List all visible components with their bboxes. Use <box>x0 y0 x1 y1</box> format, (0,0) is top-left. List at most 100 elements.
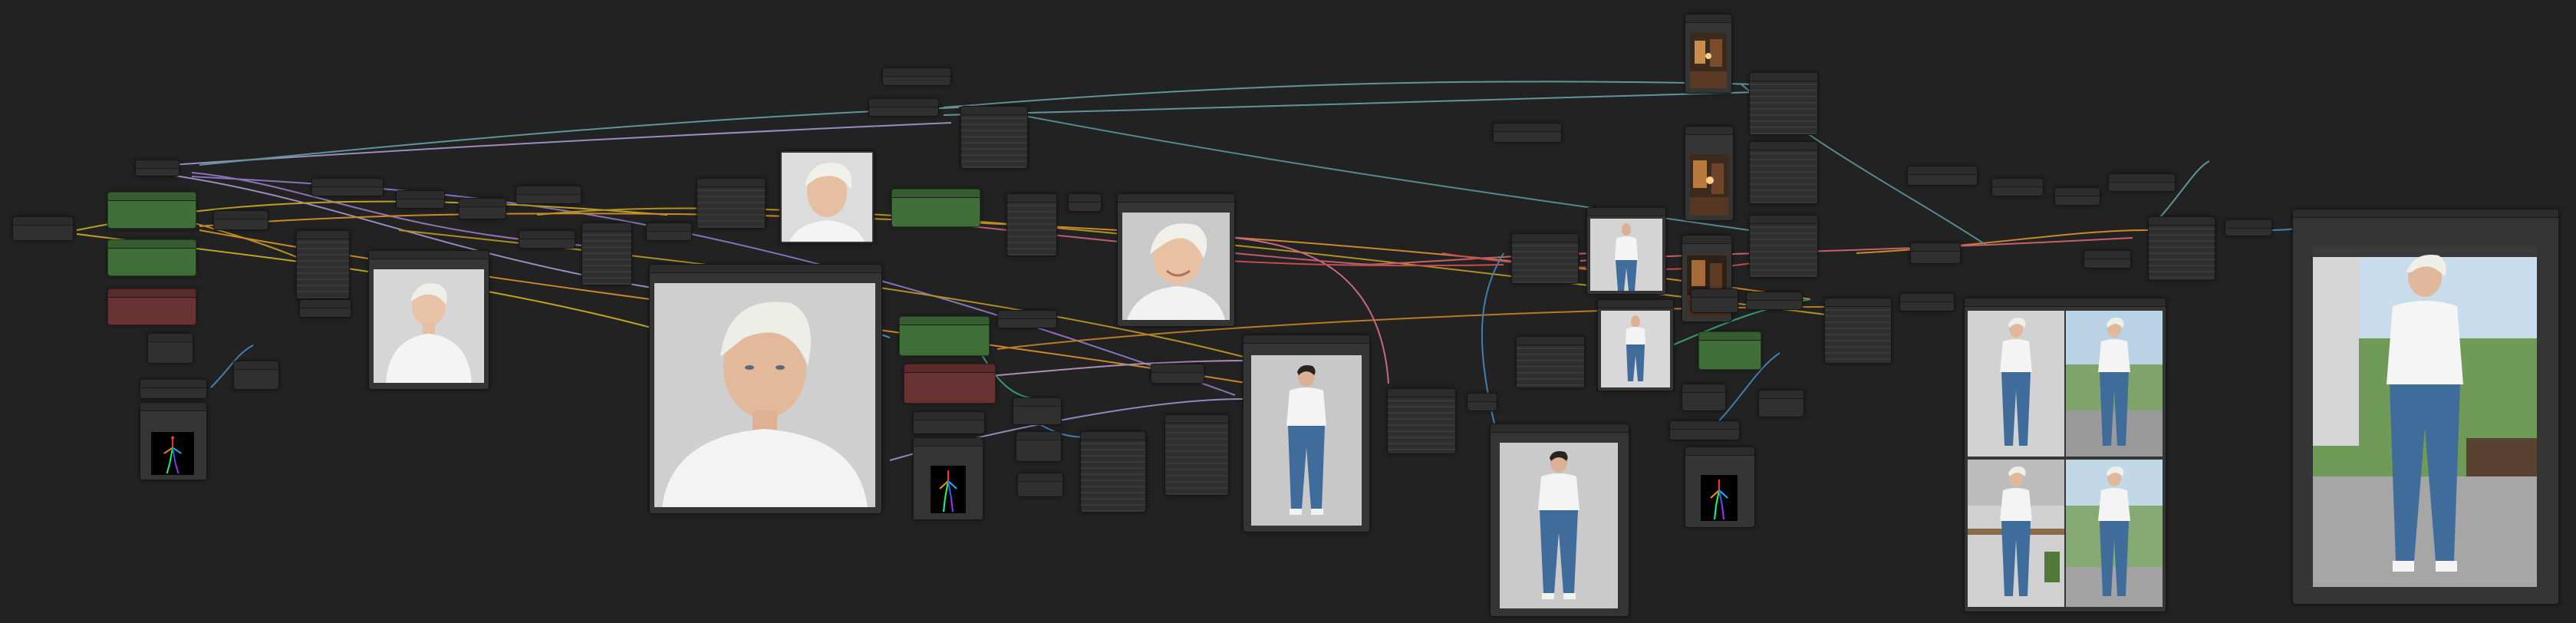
node-title-bar[interactable] <box>148 334 193 342</box>
load-pose-node[interactable] <box>140 379 207 399</box>
node-title-bar[interactable] <box>1747 292 1802 301</box>
text-node-2[interactable] <box>868 98 939 117</box>
node-title-bar[interactable] <box>108 240 196 249</box>
node-title-bar[interactable] <box>650 265 881 273</box>
node-title-bar[interactable] <box>312 179 383 187</box>
conditioning-combine-node[interactable] <box>1749 215 1818 278</box>
node-title-bar[interactable] <box>460 199 506 207</box>
node-title-bar[interactable] <box>1388 389 1455 397</box>
detail-node[interactable] <box>2108 173 2176 192</box>
node-title-bar[interactable] <box>647 223 691 232</box>
node-title-bar[interactable] <box>582 223 631 232</box>
openpose-loader-node[interactable] <box>913 411 985 434</box>
vae-loader-node[interactable] <box>311 178 384 196</box>
node-title-bar[interactable] <box>1587 208 1665 216</box>
node-title-bar[interactable] <box>1750 73 1817 81</box>
body-prompt-node[interactable] <box>899 316 990 356</box>
prompt-combine-node[interactable] <box>1749 72 1818 135</box>
node-title-bar[interactable] <box>1908 166 1977 175</box>
pose-preview-node-1[interactable] <box>140 402 207 480</box>
node-title-bar[interactable] <box>13 217 73 226</box>
prompt-combine-node-2[interactable] <box>1749 141 1818 204</box>
seed-node[interactable] <box>299 299 351 318</box>
vae-decode-node-2[interactable] <box>1910 242 1961 264</box>
body-negative-node[interactable] <box>904 364 996 404</box>
image-save-node[interactable] <box>1899 293 1955 312</box>
node-title-bar[interactable] <box>2109 174 2175 183</box>
text-node-3[interactable] <box>1493 123 1562 143</box>
color-match-node[interactable] <box>2084 250 2131 269</box>
node-title-bar[interactable] <box>1018 473 1062 482</box>
load-image-node[interactable] <box>1669 420 1740 440</box>
node-title-bar[interactable] <box>1759 391 1804 399</box>
controlnet-apply-node[interactable] <box>997 310 1057 328</box>
node-title-bar[interactable] <box>892 190 980 198</box>
scene-prompt-node[interactable] <box>1698 331 1761 370</box>
final-output-node[interactable] <box>2292 209 2559 605</box>
node-title-bar[interactable] <box>697 179 765 187</box>
mask-node[interactable] <box>1682 384 1726 411</box>
node-title-bar[interactable] <box>2293 209 2558 218</box>
positive-prompt-node-2[interactable] <box>107 239 196 276</box>
lora-loader-node[interactable] <box>147 333 193 364</box>
node-title-bar[interactable] <box>1512 234 1578 242</box>
full-body-preview-node-2[interactable] <box>1586 207 1666 295</box>
ultimate-upscale-node[interactable] <box>2148 216 2215 281</box>
reference-headshot-large-node[interactable] <box>649 264 882 514</box>
node-title-bar[interactable] <box>519 231 575 239</box>
node-title-bar[interactable] <box>1151 364 1204 373</box>
ksampler-node-1[interactable] <box>581 222 632 285</box>
node-title-bar[interactable] <box>297 231 349 239</box>
full-body-preview-node-4[interactable] <box>1490 424 1629 617</box>
ksampler-node-6[interactable] <box>1824 298 1892 364</box>
node-title-bar[interactable] <box>1682 236 1731 244</box>
node-title-bar[interactable] <box>1081 432 1145 440</box>
text-node-4[interactable] <box>1907 166 1978 186</box>
reroute-node-3[interactable] <box>1746 292 1803 310</box>
node-title-bar[interactable] <box>1244 335 1369 344</box>
interior-preview-node-2[interactable] <box>1685 126 1734 221</box>
node-title-bar[interactable] <box>1682 384 1725 393</box>
preprocessor-node[interactable] <box>1016 431 1062 462</box>
node-title-bar[interactable] <box>516 186 581 195</box>
node-title-bar[interactable] <box>1007 194 1056 203</box>
node-title-bar[interactable] <box>1685 15 1731 23</box>
node-title-bar[interactable] <box>1165 415 1228 424</box>
node-title-bar[interactable] <box>1016 432 1061 440</box>
node-title-bar[interactable] <box>900 317 989 325</box>
node-title-bar[interactable] <box>1992 179 2043 187</box>
interior-preview-node-1[interactable] <box>1685 14 1732 94</box>
clip-encode-node[interactable] <box>213 210 268 230</box>
ksampler-node-3[interactable] <box>1080 431 1146 513</box>
node-title-bar[interactable] <box>2084 251 2130 259</box>
node-title-bar[interactable] <box>108 289 196 298</box>
node-title-bar[interactable] <box>1685 447 1754 456</box>
sampler-settings-node[interactable] <box>296 230 350 299</box>
face-detailer-node[interactable] <box>697 178 766 229</box>
node-title-bar[interactable] <box>1750 142 1817 150</box>
sharpen-node[interactable] <box>2054 187 2100 206</box>
node-title-bar[interactable] <box>1494 124 1561 132</box>
image-batch-node[interactable] <box>1691 288 1738 313</box>
full-body-preview-node-3[interactable] <box>1597 299 1674 391</box>
pose-preview-node-2[interactable] <box>913 437 983 520</box>
node-title-bar[interactable] <box>1069 194 1101 203</box>
controlnet-loader-node[interactable] <box>459 198 506 219</box>
node-title-bar[interactable] <box>136 160 179 169</box>
string-concat-node[interactable] <box>960 106 1028 169</box>
positive-prompt-node-1[interactable] <box>107 192 196 229</box>
latent-upscale-node[interactable] <box>1758 390 1804 417</box>
text-node-1[interactable] <box>882 68 951 86</box>
upscale-model-node[interactable] <box>396 190 445 209</box>
node-title-bar[interactable] <box>1692 289 1738 298</box>
node-title-bar[interactable] <box>2055 188 2100 196</box>
image-compose-node[interactable] <box>1387 388 1456 454</box>
node-title-bar[interactable] <box>300 300 351 308</box>
ksampler-node-4[interactable] <box>1511 233 1579 284</box>
node-title-bar[interactable] <box>914 438 983 447</box>
node-title-bar[interactable] <box>2149 217 2215 226</box>
node-title-bar[interactable] <box>1825 298 1891 307</box>
empty-latent-node[interactable] <box>1017 473 1063 497</box>
upscale-node[interactable] <box>1151 364 1204 384</box>
node-title-bar[interactable] <box>1491 424 1629 433</box>
